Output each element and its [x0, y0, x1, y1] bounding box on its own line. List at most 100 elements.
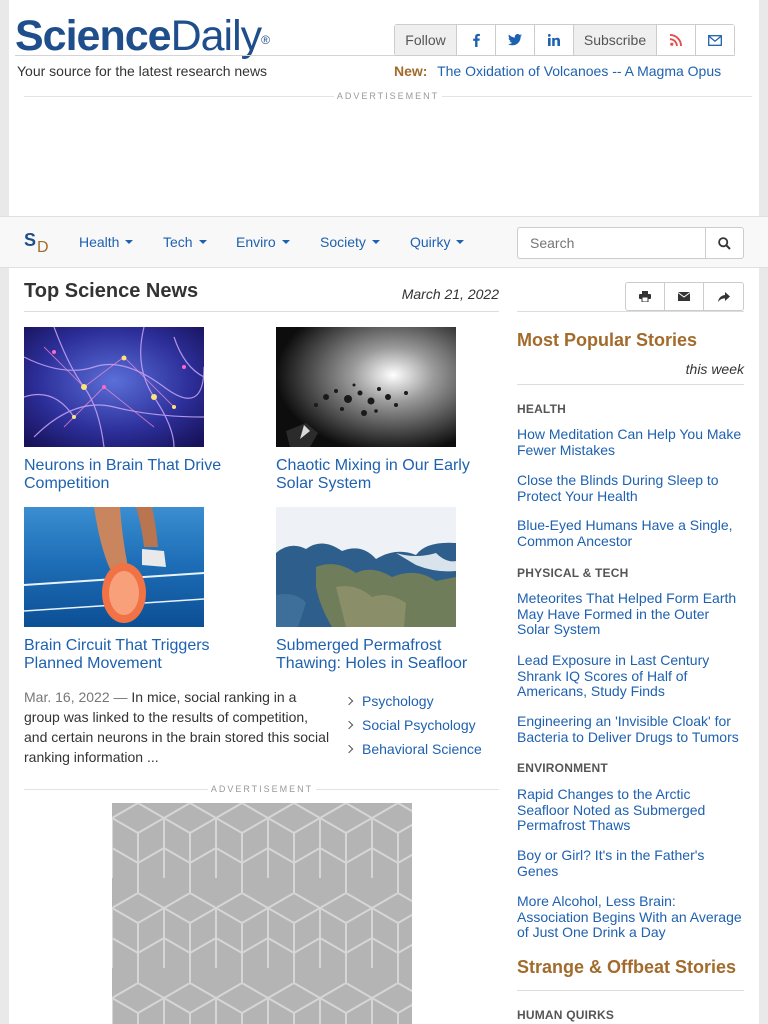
story-thumbnail-neurons[interactable] [24, 327, 204, 447]
popular-story-link[interactable]: Lead Exposure in Last Century Shrank IQ … [517, 652, 744, 700]
logo-registered-mark: ® [261, 33, 270, 47]
most-popular-title: Most Popular Stories [517, 330, 698, 350]
chevron-right-icon [344, 720, 354, 730]
story-title[interactable]: Submerged Permafrost Thawing: Holes in S… [276, 637, 501, 673]
story-title[interactable]: Chaotic Mixing in Our Early Solar System [276, 457, 501, 493]
topic-link-psychology[interactable]: Psychology [362, 693, 434, 709]
popular-story-link[interactable]: More Alcohol, Less Brain: Association Be… [517, 893, 744, 941]
email-button[interactable] [696, 25, 734, 55]
neurons-image [24, 327, 204, 447]
subscribe-label: Subscribe [574, 25, 657, 55]
new-headline-ticker: New: The Oxidation of Volcanoes -- A Mag… [394, 63, 721, 79]
follow-label: Follow [395, 25, 457, 55]
sciencedaily-logo[interactable]: ScienceDaily® [15, 12, 270, 60]
ad-divider-right [442, 96, 752, 97]
advertisement-placeholder[interactable] [112, 803, 412, 1024]
twitter-icon [508, 34, 522, 46]
popular-story-link[interactable]: Close the Blinds During Sleep to Protect… [517, 472, 744, 504]
article-tools [625, 282, 744, 311]
caret-down-icon [281, 240, 290, 244]
popular-story-link[interactable]: Rapid Changes to the Arctic Seafloor Not… [517, 786, 744, 834]
logo-daily-text: Daily [170, 12, 263, 60]
most-popular-divider [517, 384, 744, 385]
logo-science-text: Science [15, 12, 172, 60]
print-icon [639, 291, 651, 302]
story-title[interactable]: Neurons in Brain That Drive Competition [24, 457, 249, 493]
nav-quirky-label: Quirky [410, 234, 451, 250]
new-label: New: [394, 63, 428, 79]
linkedin-icon [548, 34, 560, 46]
ad-divider-left [24, 96, 334, 97]
share-icon [717, 291, 730, 302]
rss-icon [670, 34, 682, 46]
section-divider [24, 311, 499, 312]
asteroids-image [276, 327, 456, 447]
story-thumbnail-runner[interactable] [24, 507, 204, 627]
story-card: Neurons in Brain That Drive Competition [24, 327, 249, 493]
nav-enviro-label: Enviro [236, 234, 276, 250]
ad-divider-left [24, 789, 208, 790]
nav-quirky[interactable]: Quirky [410, 234, 465, 250]
nav-enviro[interactable]: Enviro [236, 234, 290, 250]
new-headline-link[interactable]: The Oxidation of Volcanoes -- A Magma Op… [437, 63, 721, 79]
nav-society[interactable]: Society [320, 234, 380, 250]
sidebar-divider [517, 311, 744, 312]
popular-story-link[interactable]: How Meditation Can Help You Make Fewer M… [517, 426, 744, 458]
story-thumbnail-solar-system[interactable] [276, 327, 456, 447]
story-thumbnail-permafrost[interactable] [276, 507, 456, 627]
chevron-right-icon [344, 696, 354, 706]
envelope-icon [678, 292, 690, 301]
sd-logo-d: D [37, 239, 49, 256]
strange-offbeat-title: Strange & Offbeat Stories [517, 957, 737, 977]
related-topics-list: Psychology Social Psychology Behavioral … [344, 689, 482, 761]
arctic-map-image [276, 507, 456, 627]
category-heading-health: HEALTH [517, 402, 566, 416]
popular-story-link[interactable]: Blue-Eyed Humans Have a Single, Common A… [517, 517, 744, 549]
share-button[interactable] [704, 283, 743, 310]
popular-story-link[interactable]: Engineering an 'Invisible Cloak' for Bac… [517, 713, 744, 745]
topic-item: Psychology [344, 689, 482, 713]
caret-down-icon [456, 240, 465, 244]
summary-dash: — [109, 689, 132, 705]
linkedin-button[interactable] [535, 25, 574, 55]
topic-item: Behavioral Science [344, 737, 482, 761]
caret-down-icon [198, 240, 207, 244]
main-navbar: SD Health Tech Enviro Society Quirky [0, 216, 768, 268]
ad-divider-right [316, 789, 499, 790]
hexagon-pattern [112, 803, 412, 1024]
category-heading-physical-tech: PHYSICAL & TECH [517, 566, 629, 580]
print-button[interactable] [626, 283, 665, 310]
advertisement-label-top: ADVERTISEMENT [336, 91, 440, 101]
topic-link-behavioral-science[interactable]: Behavioral Science [362, 741, 482, 757]
sd-logo-s: S [24, 230, 37, 250]
category-heading-human-quirks: HUMAN QUIRKS [517, 1008, 615, 1022]
popular-story-link[interactable]: Meteorites That Helped Form Earth May Ha… [517, 590, 744, 638]
topic-link-social-psychology[interactable]: Social Psychology [362, 717, 476, 733]
rss-button[interactable] [657, 25, 696, 55]
summary-date: Mar. 16, 2022 [24, 689, 110, 705]
category-heading-environment: ENVIRONMENT [517, 761, 608, 775]
nav-society-label: Society [320, 234, 366, 250]
sd-home-logo[interactable]: SD [24, 230, 49, 256]
strange-offbeat-divider [517, 990, 744, 991]
section-title: Top Science News [24, 280, 199, 302]
story-card: Chaotic Mixing in Our Early Solar System [276, 327, 501, 493]
envelope-icon [708, 34, 722, 46]
nav-health-label: Health [79, 234, 120, 250]
section-date: March 21, 2022 [401, 286, 499, 302]
email-article-button[interactable] [665, 283, 704, 310]
search-button[interactable] [705, 227, 744, 259]
story-summary: Mar. 16, 2022 — In mice, social ranking … [24, 687, 334, 767]
chevron-right-icon [344, 744, 354, 754]
search-input[interactable] [517, 227, 706, 259]
story-title[interactable]: Brain Circuit That Triggers Planned Move… [24, 637, 249, 673]
topic-item: Social Psychology [344, 713, 482, 737]
twitter-button[interactable] [496, 25, 535, 55]
tagline: Your source for the latest research news [17, 63, 268, 79]
facebook-button[interactable] [457, 25, 496, 55]
nav-tech[interactable]: Tech [163, 234, 207, 250]
nav-health[interactable]: Health [79, 234, 134, 250]
caret-down-icon [371, 240, 380, 244]
story-card: Brain Circuit That Triggers Planned Move… [24, 507, 249, 673]
popular-story-link[interactable]: Boy or Girl? It's in the Father's Genes [517, 847, 744, 879]
